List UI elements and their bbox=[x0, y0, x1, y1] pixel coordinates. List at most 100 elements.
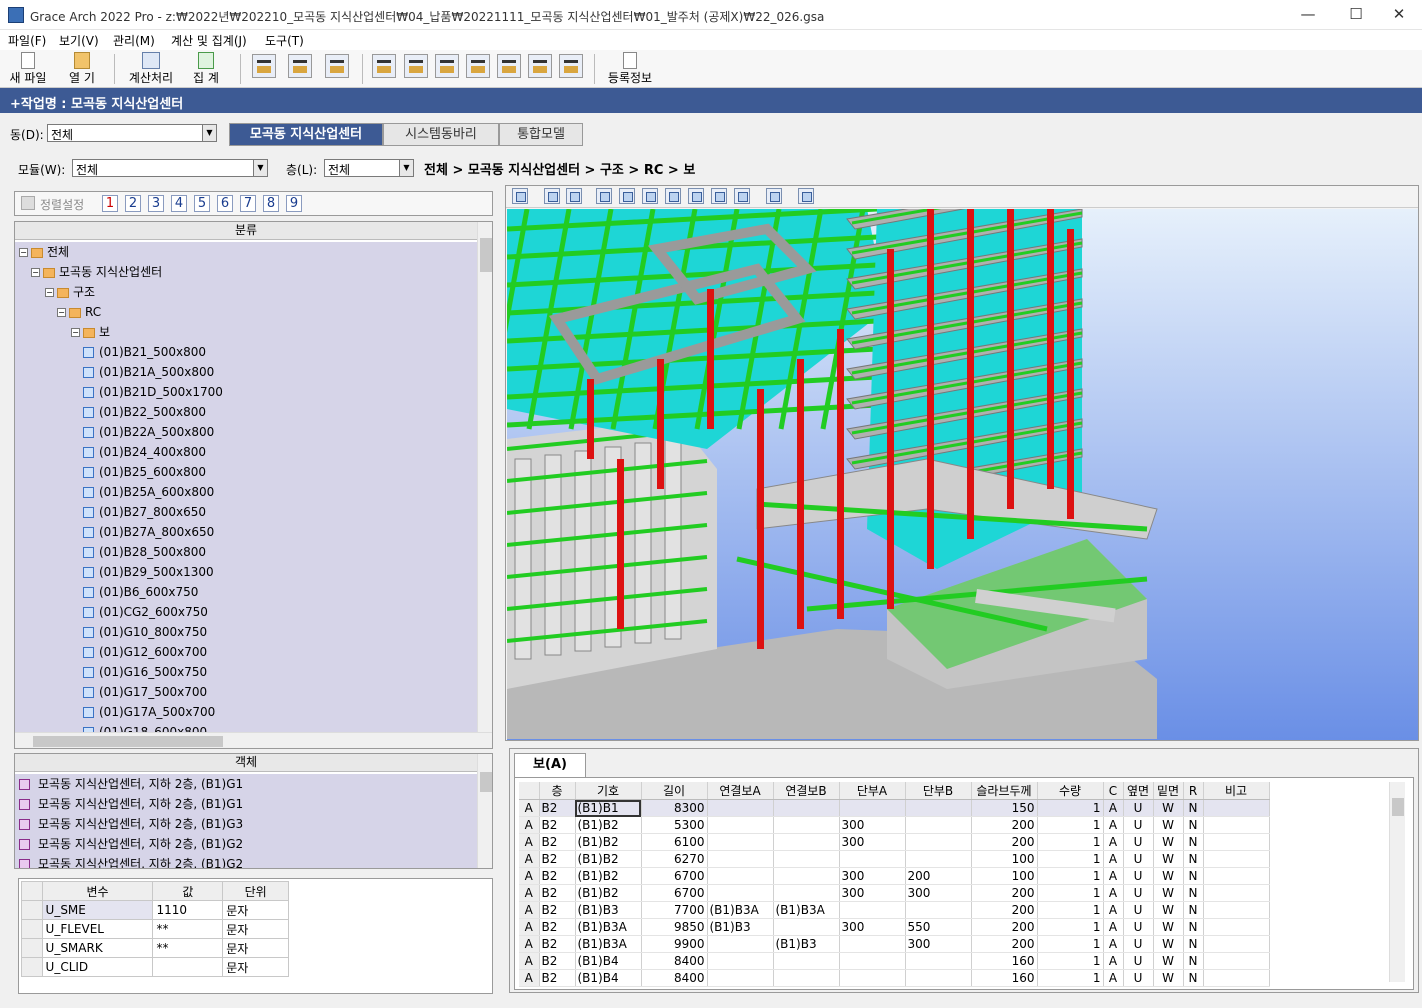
grid-cell[interactable]: 6700 bbox=[641, 884, 708, 902]
tree-item[interactable]: (01)B25_600x800 bbox=[83, 462, 477, 482]
grid-cell[interactable]: 5300 bbox=[641, 816, 708, 834]
grid-cell[interactable]: A bbox=[1103, 850, 1124, 868]
new-file-button[interactable]: 새 파일 bbox=[6, 52, 50, 86]
grid-cell[interactable]: 100 bbox=[971, 867, 1038, 885]
grid-cell[interactable] bbox=[773, 969, 840, 987]
grid-cell[interactable]: A bbox=[1103, 901, 1124, 919]
grid-cell[interactable]: A bbox=[519, 952, 540, 970]
grid-cell[interactable]: A bbox=[1103, 833, 1124, 851]
table-row[interactable]: A B2 (B1)B3 7700 (B1)B3A (B1)B3A 200 1 A U W N bbox=[519, 901, 1270, 919]
grid-cell[interactable]: 300 bbox=[839, 918, 906, 936]
grid-cell[interactable] bbox=[905, 816, 972, 834]
grid-cell[interactable]: A bbox=[519, 901, 540, 919]
grid-cell[interactable]: N bbox=[1183, 952, 1204, 970]
collapse-icon[interactable]: − bbox=[31, 268, 40, 277]
grid-cell[interactable]: (B1)B3 bbox=[575, 901, 642, 919]
grid-cell[interactable]: 300 bbox=[839, 833, 906, 851]
tree-rc[interactable]: − RC bbox=[57, 302, 477, 322]
grid-cell[interactable]: 9900 bbox=[641, 935, 708, 953]
grid-cell[interactable] bbox=[707, 850, 774, 868]
grid-cell[interactable] bbox=[773, 833, 840, 851]
tab-site[interactable]: 모곡동 지식산업센터 bbox=[229, 123, 383, 146]
grid-cell[interactable] bbox=[839, 935, 906, 953]
object-item[interactable]: 모곡동 지식산업센터, 지하 2층, (B1)G2 bbox=[15, 834, 477, 854]
grid-cell[interactable]: W bbox=[1153, 833, 1184, 851]
grid-cell[interactable]: A bbox=[519, 867, 540, 885]
grid-cell[interactable] bbox=[1203, 884, 1270, 902]
maximize-button[interactable]: ☐ bbox=[1333, 0, 1379, 30]
grid-cell[interactable] bbox=[707, 816, 774, 834]
tab-integrated-model[interactable]: 통합모델 bbox=[499, 123, 583, 146]
grid-cell[interactable]: (B1)B3 bbox=[707, 918, 774, 936]
grid-cell[interactable] bbox=[1203, 867, 1270, 885]
tree-item[interactable]: (01)B28_500x800 bbox=[83, 542, 477, 562]
grid-cell[interactable]: A bbox=[519, 816, 540, 834]
grid-cell[interactable]: N bbox=[1183, 884, 1204, 902]
grid-cell[interactable]: 6100 bbox=[641, 833, 708, 851]
var-cell[interactable]: ** bbox=[152, 938, 224, 958]
beam-tool-icon-1[interactable] bbox=[372, 54, 396, 78]
grid-cell[interactable]: 8300 bbox=[641, 799, 708, 817]
table-row[interactable]: A B2 (B1)B2 6700 300 200 100 1 A U W N bbox=[519, 867, 1270, 885]
beam-tool-icon-5[interactable] bbox=[528, 54, 552, 78]
tree-root[interactable]: − 전체 bbox=[19, 242, 477, 262]
cube-view-icon[interactable] bbox=[688, 188, 704, 204]
grid-cell[interactable]: 1 bbox=[1037, 884, 1104, 902]
collapse-icon[interactable]: − bbox=[19, 248, 28, 257]
grid-cell[interactable]: U bbox=[1123, 935, 1154, 953]
grid-cell[interactable]: N bbox=[1183, 816, 1204, 834]
tree-item[interactable]: (01)G17_500x700 bbox=[83, 682, 477, 702]
grid-cell[interactable]: W bbox=[1153, 884, 1184, 902]
grid-cell[interactable]: U bbox=[1123, 867, 1154, 885]
view-icon-1[interactable] bbox=[252, 54, 276, 78]
grid-cell[interactable] bbox=[1203, 833, 1270, 851]
grid-cell[interactable]: (B1)B4 bbox=[575, 969, 642, 987]
grid-cell[interactable]: 200 bbox=[971, 833, 1038, 851]
sort-level-7-button[interactable]: 7 bbox=[240, 195, 256, 212]
collapse-icon[interactable]: − bbox=[57, 308, 66, 317]
grid-cell[interactable]: N bbox=[1183, 799, 1204, 817]
grid-cell[interactable] bbox=[773, 952, 840, 970]
view-tool-icon[interactable] bbox=[512, 188, 528, 204]
grid-column-header[interactable]: 슬라브두께 bbox=[971, 782, 1038, 800]
grid-cell[interactable]: A bbox=[519, 969, 540, 987]
grid-cell[interactable]: A bbox=[519, 935, 540, 953]
sort-level-2-button[interactable]: 2 bbox=[125, 195, 141, 212]
grid-cell[interactable] bbox=[905, 799, 972, 817]
sort-level-6-button[interactable]: 6 bbox=[217, 195, 233, 212]
grid-column-header[interactable]: 연결보B bbox=[773, 782, 840, 800]
grid-cell[interactable] bbox=[707, 799, 774, 817]
collapse-icon[interactable]: − bbox=[45, 288, 54, 297]
tree-item[interactable]: (01)B21_500x800 bbox=[83, 342, 477, 362]
tree-item[interactable]: (01)G17A_500x700 bbox=[83, 702, 477, 722]
grid-cell[interactable]: (B1)B3 bbox=[773, 935, 840, 953]
grid-cell[interactable]: A bbox=[1103, 816, 1124, 834]
table-row[interactable]: A B2 (B1)B2 6700 300 300 200 1 A U W N bbox=[519, 884, 1270, 902]
tab-system-support[interactable]: 시스템동바리 bbox=[383, 123, 499, 146]
grid-cell[interactable]: 100 bbox=[971, 850, 1038, 868]
grid-cell[interactable]: A bbox=[519, 918, 540, 936]
tree-beam[interactable]: − 보 bbox=[71, 322, 477, 342]
var-cell[interactable]: 문자 bbox=[222, 900, 289, 920]
pan-icon[interactable] bbox=[566, 188, 582, 204]
module-select[interactable]: 전체 ▼ bbox=[72, 159, 268, 177]
grid-cell[interactable]: 1 bbox=[1037, 799, 1104, 817]
table-row[interactable]: A B2 (B1)B2 6100 300 200 1 A U W N bbox=[519, 833, 1270, 851]
tab-beam[interactable]: 보(A) bbox=[514, 753, 586, 777]
grid-cell[interactable]: 300 bbox=[839, 867, 906, 885]
grid-column-header[interactable]: 길이 bbox=[641, 782, 708, 800]
var-cell[interactable]: U_FLEVEL bbox=[41, 919, 154, 939]
open-button[interactable]: 열 기 bbox=[62, 52, 102, 86]
tree-item[interactable]: (01)B22_500x800 bbox=[83, 402, 477, 422]
var-cell[interactable] bbox=[152, 957, 224, 977]
grid-cell[interactable] bbox=[773, 799, 840, 817]
grid-cell[interactable]: 1 bbox=[1037, 969, 1104, 987]
grid-cell[interactable] bbox=[905, 969, 972, 987]
grid-cell[interactable]: (B1)B4 bbox=[575, 952, 642, 970]
table-row[interactable]: A B2 (B1)B3A 9850 (B1)B3 300 550 200 1 A U W N bbox=[519, 918, 1270, 936]
grid-cell[interactable]: B2 bbox=[539, 935, 576, 953]
grid-column-header[interactable]: 밑면 bbox=[1153, 782, 1184, 800]
grid-cell[interactable]: 200 bbox=[971, 935, 1038, 953]
grid-cell[interactable]: N bbox=[1183, 850, 1204, 868]
grid-cell[interactable]: 8400 bbox=[641, 952, 708, 970]
